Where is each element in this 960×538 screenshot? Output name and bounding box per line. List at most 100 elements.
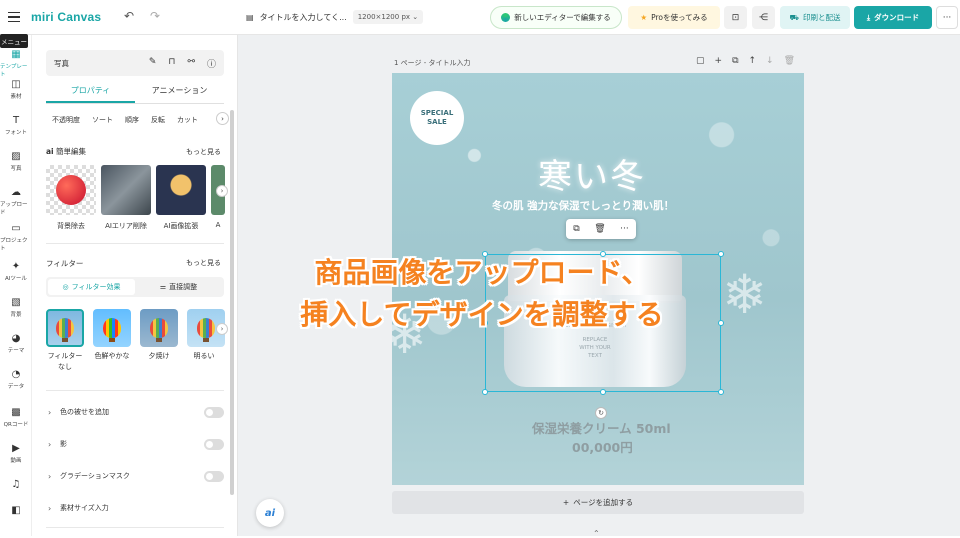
- subtab-flip[interactable]: 反転: [151, 115, 165, 125]
- bookmark-icon: ◧: [11, 505, 21, 516]
- shadow-toggle[interactable]: [204, 438, 224, 450]
- rail-item-template[interactable]: ▦ テンプレート: [0, 49, 32, 78]
- subtab-cut[interactable]: カット: [177, 115, 198, 125]
- page-icon[interactable]: ▢: [696, 56, 705, 66]
- rail-item-font[interactable]: T フォント: [0, 115, 32, 136]
- filter-effect-tab[interactable]: ◎ フィルター効果: [48, 279, 135, 295]
- ai-erase-thumb[interactable]: [101, 165, 151, 215]
- resize-handle[interactable]: [718, 389, 724, 395]
- rail-item-brand[interactable]: ◧: [0, 505, 32, 517]
- chevron-up-icon[interactable]: ⌃: [593, 529, 600, 538]
- rail-item-elements[interactable]: ◫ 素材: [0, 79, 32, 100]
- rail-item-qr[interactable]: ▩ QRコード: [0, 407, 32, 428]
- color-overlay-toggle[interactable]: [204, 406, 224, 418]
- subtab-opacity[interactable]: 不透明度: [52, 115, 80, 125]
- product-name[interactable]: 保湿栄養クリーム 50ml: [532, 418, 671, 437]
- arrow-down-icon[interactable]: ↓: [766, 56, 774, 66]
- divider: [46, 390, 224, 391]
- resize-handle[interactable]: [718, 320, 724, 326]
- ai-remove-bg-thumb[interactable]: [46, 165, 96, 215]
- undo-icon[interactable]: ↶: [124, 9, 134, 23]
- elements-icon: ◫: [11, 79, 21, 90]
- option-size-input[interactable]: › 素材サイズ入力: [48, 501, 224, 515]
- add-icon[interactable]: +: [715, 56, 723, 66]
- chevron-right-icon: ›: [48, 407, 52, 417]
- size-select[interactable]: 1200×1200 px ⌄: [352, 10, 424, 24]
- trash-icon[interactable]: 🗑: [594, 224, 605, 234]
- download-button[interactable]: ⤓ ダウンロード: [854, 6, 932, 29]
- rail-item-project[interactable]: ▭ プロジェクト: [0, 223, 32, 252]
- quick-edit-more-link[interactable]: もっと見る: [186, 147, 221, 157]
- duplicate-icon[interactable]: ⧉: [573, 224, 579, 234]
- brush-icon[interactable]: ✎: [149, 57, 157, 70]
- rail-item-video[interactable]: ▶ 動画: [0, 443, 32, 464]
- document-title[interactable]: ▤ タイトルを入力してく... 1200×1200 px ⌄: [246, 10, 424, 24]
- app-logo[interactable]: miri Canvas: [31, 10, 101, 24]
- gradient-mask-toggle[interactable]: [204, 470, 224, 482]
- add-page-button[interactable]: + ページを追加する: [392, 491, 804, 514]
- page-label[interactable]: 1 ページ - タイトル入力: [394, 58, 471, 68]
- document-title-text[interactable]: タイトルを入力してく...: [260, 12, 347, 23]
- rail-item-data[interactable]: ◔ データ: [0, 369, 32, 390]
- download-label: ダウンロード: [874, 13, 920, 22]
- option-label: 素材サイズ入力: [60, 504, 109, 512]
- chevron-right-icon: ›: [48, 439, 52, 449]
- print-delivery-button[interactable]: ⛟ 印刷と配送: [780, 6, 850, 29]
- arrow-up-icon[interactable]: ↑: [749, 56, 757, 66]
- chevron-right-icon[interactable]: ›: [216, 112, 229, 125]
- filter-none-thumb[interactable]: [46, 309, 84, 347]
- rail-label: テンプレート: [0, 64, 28, 78]
- filter-more-link[interactable]: もっと見る: [186, 258, 221, 268]
- product-price[interactable]: 00,000円: [572, 437, 633, 456]
- special-sale-badge[interactable]: SPECIAL SALE: [410, 91, 464, 145]
- rail-item-music[interactable]: ♫: [0, 479, 32, 491]
- theme-icon: ◕: [11, 333, 21, 344]
- more-button[interactable]: ···: [936, 6, 958, 29]
- chevron-right-icon[interactable]: ›: [216, 185, 228, 197]
- ai-assistant-button[interactable]: ai: [256, 499, 284, 527]
- save-icon[interactable]: ⊡: [724, 6, 747, 29]
- chevron-right-icon[interactable]: ›: [216, 323, 228, 335]
- menu-icon[interactable]: [3, 6, 25, 28]
- new-editor-button[interactable]: 新しいエディターで編集する: [490, 6, 622, 29]
- filter-heading: フィルター: [46, 259, 84, 268]
- filter-sunset-thumb[interactable]: [140, 309, 178, 347]
- rail-label: QRコード: [3, 422, 29, 428]
- filter-caption: 夕焼け: [148, 352, 170, 360]
- resize-handle[interactable]: [482, 389, 488, 395]
- rail-item-ai-tools[interactable]: ✦ AIツール: [0, 261, 32, 282]
- panel-scrollbar[interactable]: [230, 110, 234, 495]
- tab-properties[interactable]: プロパティ: [46, 80, 135, 103]
- more-icon[interactable]: ···: [620, 224, 629, 234]
- subtab-order[interactable]: 順序: [125, 115, 139, 125]
- rail-item-background[interactable]: ▧ 背景: [0, 297, 32, 318]
- quick-edit-heading: ai 簡単編集: [46, 146, 86, 157]
- copy-icon[interactable]: ⧉: [732, 56, 738, 66]
- info-icon[interactable]: ⓘ: [207, 57, 216, 70]
- resize-handle[interactable]: [718, 251, 724, 257]
- rail-item-upload[interactable]: ☁ アップロード: [0, 187, 32, 216]
- ai-expand-thumb[interactable]: [156, 165, 206, 215]
- redo-icon[interactable]: ↷: [150, 9, 160, 23]
- resize-handle[interactable]: [600, 389, 606, 395]
- share-icon[interactable]: ⋲: [752, 6, 775, 29]
- direct-adjust-tab[interactable]: ⚌ 直接調整: [135, 279, 222, 295]
- option-label: 色の被せを追加: [60, 408, 109, 416]
- sale-line-1: SPECIAL: [420, 109, 454, 117]
- tab-animation[interactable]: アニメーション: [135, 80, 224, 103]
- lock-icon[interactable]: ⊓: [168, 57, 175, 70]
- rail-item-theme[interactable]: ◕ テーマ: [0, 333, 32, 354]
- subtab-sort[interactable]: ソート: [92, 115, 113, 125]
- ai-tool-caption: AIエリア削除: [105, 222, 147, 230]
- option-gradient-mask[interactable]: › グラデーションマスク: [48, 469, 224, 483]
- pro-button[interactable]: ★ Proを使ってみる: [628, 6, 720, 29]
- link-icon[interactable]: ⚯: [187, 57, 195, 70]
- filter-vivid-thumb[interactable]: [93, 309, 131, 347]
- rail-item-photo[interactable]: ▨ 写真: [0, 151, 32, 172]
- option-shadow[interactable]: › 影: [48, 437, 224, 451]
- trash-icon[interactable]: 🗑: [784, 56, 795, 66]
- option-color-overlay[interactable]: › 色の被せを追加: [48, 405, 224, 419]
- design-subtitle[interactable]: 冬の肌 強力な保湿でしっとり潤い肌！: [492, 198, 674, 213]
- direct-adjust-label: 直接調整: [169, 283, 198, 291]
- design-title[interactable]: 寒い冬: [538, 149, 646, 198]
